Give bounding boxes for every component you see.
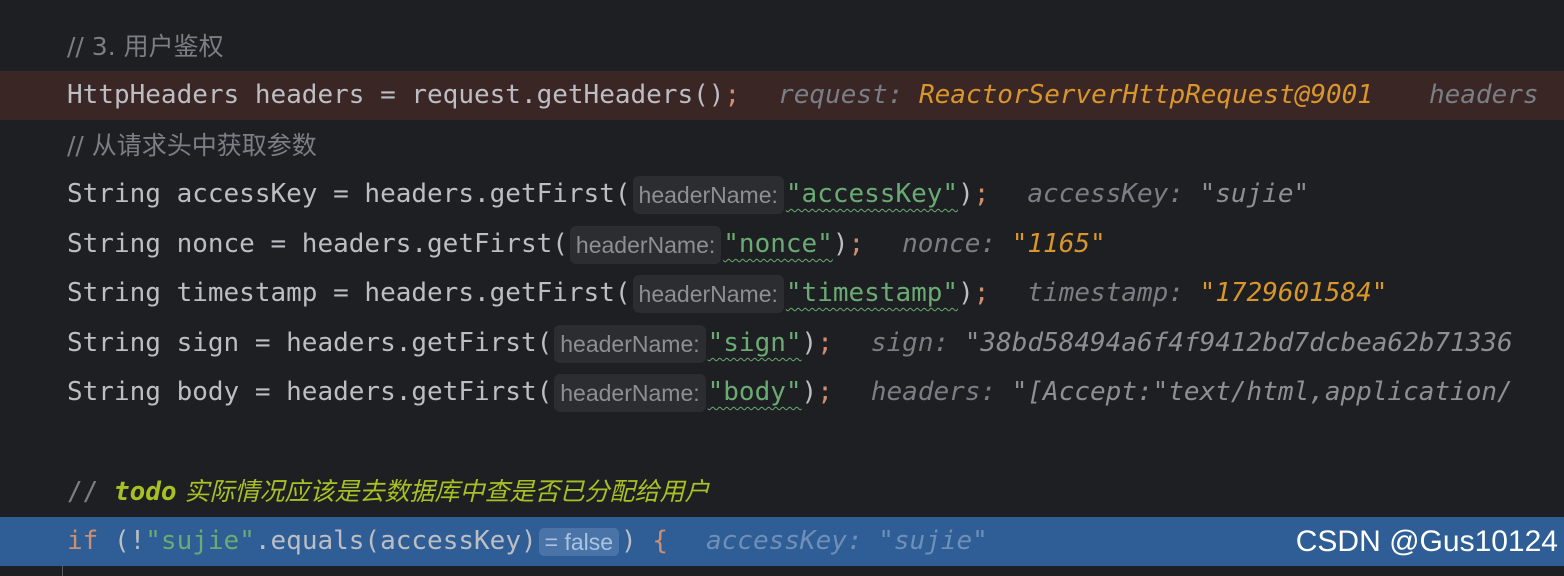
debug-var-value: "1729601584" (1199, 278, 1388, 308)
code-text: String sign = headers.getFirst( (67, 328, 553, 358)
code-text: ) (621, 526, 653, 556)
code-line-comment-params[interactable]: // 从请求头中获取参数 (0, 121, 1564, 170)
debug-var-name: headers: (870, 377, 1012, 407)
semicolon: ; (817, 328, 833, 358)
debug-var-value: "[Accept:"text/html,application/ (1011, 377, 1513, 407)
debug-var-value: "sujie" (1199, 179, 1310, 209)
keyword-if: if (67, 526, 99, 556)
comment: // 3. 用户鉴权 (67, 32, 224, 61)
code-text: ) (958, 278, 974, 308)
comment-slashes: // (67, 477, 114, 507)
code-line-todo[interactable]: // todo 实际情况应该是去数据库中查是否已分配给用户 (0, 467, 1564, 516)
code-text: ) (801, 328, 818, 358)
code-line-accesskey[interactable]: String accessKey = headers.getFirst(head… (0, 170, 1564, 219)
debug-var-value: "sujie" (878, 526, 988, 556)
semicolon: ; (817, 377, 833, 407)
inline-debug-value: headers: "[Accept:"text/html,application… (871, 377, 1513, 407)
string-literal: "sujie" (145, 526, 255, 556)
debug-var-name: sign: (870, 328, 965, 358)
code-line-timestamp[interactable]: String timestamp = headers.getFirst(head… (0, 269, 1564, 318)
code-text: (! (98, 526, 146, 556)
inline-debug-value: sign: "38bd58494a6f4f9412bd7dcbea62b7133… (871, 328, 1513, 358)
semicolon: ; (973, 179, 990, 209)
inline-debug-value: timestamp: "1729601584" (1027, 278, 1387, 308)
code-line-nonce[interactable]: String nonce = headers.getFirst(headerNa… (0, 220, 1564, 269)
comment: // 从请求头中获取参数 (67, 131, 317, 160)
inline-debug-value: request: ReactorServerHttpRequest@9001 he… (778, 80, 1538, 110)
code-text: ) (801, 377, 818, 407)
debug-var-value: "38bd58494a6f4f9412bd7dcbea62b71336 (964, 328, 1513, 358)
semicolon: ; (724, 80, 741, 110)
inline-debug-value: nonce: "1165" (902, 229, 1106, 259)
inline-debug-value: accessKey: "sujie" (1027, 179, 1309, 209)
string-literal: "timestamp" (785, 278, 959, 308)
debug-var-value: "1165" (1011, 229, 1106, 259)
gutter-mark (62, 566, 63, 576)
code-line-body[interactable]: String body = headers.getFirst(headerNam… (0, 368, 1564, 417)
debug-var-name: timestamp: (1027, 278, 1200, 308)
csdn-watermark: CSDN @Gus10124 (1295, 525, 1558, 558)
debug-var-name: nonce: (902, 229, 1012, 259)
inline-debug-value: accessKey: "sujie" (706, 526, 988, 556)
parameter-hint: headerName: (632, 274, 784, 313)
debug-var-name: headers (1428, 80, 1539, 110)
brace: { (652, 526, 668, 556)
semicolon: ; (848, 229, 865, 259)
string-literal: "accessKey" (785, 179, 959, 209)
semicolon: ; (973, 278, 990, 308)
code-text: HttpHeaders headers = request.getHeaders… (67, 80, 725, 110)
code-text: String accessKey = headers.getFirst( (67, 179, 631, 209)
string-literal: "sign" (707, 328, 802, 358)
code-text: ) (832, 229, 849, 259)
code-text: .equals(accessKey) (254, 526, 537, 556)
debug-var-value: ReactorServerHttpRequest@9001 (919, 80, 1373, 110)
parameter-hint: headerName: (632, 175, 784, 214)
debug-var-name: accessKey: (1027, 179, 1200, 209)
code-text: String nonce = headers.getFirst( (67, 229, 568, 259)
code-line-breakpoint[interactable]: HttpHeaders headers = request.getHeaders… (0, 71, 1564, 120)
code-text: ) (958, 179, 974, 209)
code-editor[interactable]: // 3. 用户鉴权 HttpHeaders headers = request… (0, 0, 1564, 576)
code-text: String timestamp = headers.getFirst( (67, 278, 631, 308)
parameter-hint: headerName: (569, 225, 722, 264)
code-line-empty[interactable] (0, 418, 1564, 467)
evaluation-hint: = false (538, 527, 620, 556)
parameter-hint: headerName: (554, 324, 706, 363)
todo-marker: todo (113, 477, 177, 507)
code-text: String body = headers.getFirst( (67, 377, 553, 407)
code-line-comment-auth[interactable]: // 3. 用户鉴权 (0, 22, 1564, 71)
debug-var-name: request: (778, 80, 919, 110)
parameter-hint: headerName: (554, 373, 706, 412)
todo-text: 实际情况应该是去数据库中查是否已分配给用户 (176, 477, 710, 506)
code-line-sign[interactable]: String sign = headers.getFirst(headerNam… (0, 319, 1564, 368)
debug-var-name: accessKey: (706, 526, 879, 556)
string-literal: "body" (707, 377, 802, 407)
string-literal: "nonce" (723, 229, 833, 259)
